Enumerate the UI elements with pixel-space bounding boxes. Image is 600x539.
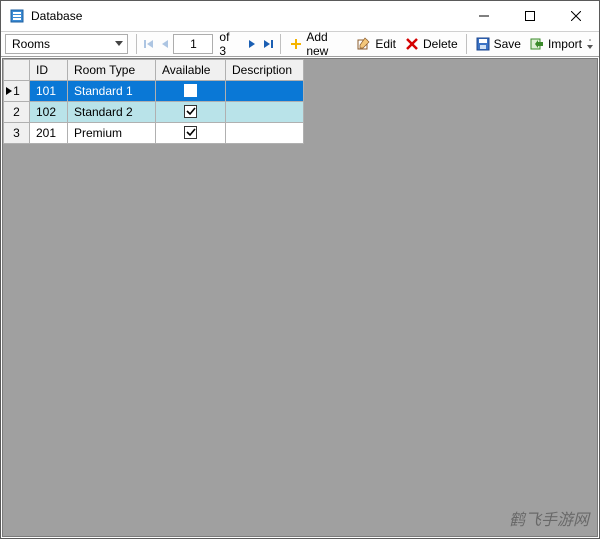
watermark: 鹤飞手游网: [509, 506, 589, 530]
checkbox[interactable]: [184, 126, 197, 139]
titlebar: Database: [1, 1, 599, 32]
cell-description[interactable]: [226, 102, 304, 123]
column-header-available[interactable]: Available: [156, 60, 226, 81]
table-selector-value: Rooms: [12, 37, 50, 51]
table-selector[interactable]: Rooms: [5, 34, 128, 54]
table-row[interactable]: 2102Standard 2: [4, 102, 304, 123]
cell-room-type[interactable]: Standard 1: [68, 81, 156, 102]
add-new-button[interactable]: Add new: [285, 33, 352, 55]
nav-prev-button[interactable]: [157, 34, 173, 54]
edit-button[interactable]: Edit: [352, 33, 400, 55]
cell-available[interactable]: [156, 123, 226, 144]
content-area: ID Room Type Available Description 1101S…: [2, 58, 598, 537]
dropdown-icon: [113, 38, 125, 50]
app-icon: [9, 8, 25, 24]
header-row: ID Room Type Available Description: [4, 60, 304, 81]
import-button[interactable]: Import: [525, 33, 586, 55]
nav-first-button[interactable]: [141, 34, 157, 54]
row-header[interactable]: 2: [4, 102, 30, 123]
import-label: Import: [548, 37, 582, 51]
cell-id[interactable]: 201: [30, 123, 68, 144]
add-new-label: Add new: [306, 30, 348, 58]
cell-available[interactable]: [156, 81, 226, 102]
checkbox[interactable]: [184, 84, 197, 97]
cell-room-type[interactable]: Standard 2: [68, 102, 156, 123]
plus-icon: [289, 36, 303, 52]
table-row[interactable]: 3201Premium: [4, 123, 304, 144]
page-total-label: of 3: [219, 30, 237, 58]
window-title: Database: [31, 9, 461, 23]
row-header[interactable]: 1: [4, 81, 30, 102]
cell-room-type[interactable]: Premium: [68, 123, 156, 144]
column-header-description[interactable]: Description: [226, 60, 304, 81]
cell-description[interactable]: [226, 81, 304, 102]
delete-button[interactable]: Delete: [400, 33, 462, 55]
minimize-button[interactable]: [461, 1, 507, 31]
column-header-room-type[interactable]: Room Type: [68, 60, 156, 81]
cell-available[interactable]: [156, 102, 226, 123]
save-label: Save: [494, 37, 521, 51]
save-icon: [475, 36, 491, 52]
toolbar-overflow-button[interactable]: [586, 32, 595, 56]
column-header-id[interactable]: ID: [30, 60, 68, 81]
separator: [280, 34, 281, 54]
cell-id[interactable]: 101: [30, 81, 68, 102]
row-header[interactable]: 3: [4, 123, 30, 144]
table-row[interactable]: 1101Standard 1: [4, 81, 304, 102]
row-pointer-icon: [6, 84, 12, 98]
app-window: Database Rooms of 3: [0, 0, 600, 539]
corner-cell[interactable]: [4, 60, 30, 81]
toolbar: Rooms of 3 Add new: [1, 32, 599, 57]
checkbox[interactable]: [184, 105, 197, 118]
nav-last-button[interactable]: [260, 34, 276, 54]
page-number-input[interactable]: [173, 34, 213, 54]
cell-id[interactable]: 102: [30, 102, 68, 123]
separator: [466, 34, 467, 54]
close-button[interactable]: [553, 1, 599, 31]
edit-icon: [356, 36, 372, 52]
data-grid[interactable]: ID Room Type Available Description 1101S…: [3, 59, 304, 144]
nav-next-button[interactable]: [244, 34, 260, 54]
delete-label: Delete: [423, 37, 458, 51]
edit-label: Edit: [375, 37, 396, 51]
maximize-button[interactable]: [507, 1, 553, 31]
import-icon: [529, 36, 545, 52]
delete-icon: [404, 36, 420, 52]
cell-description[interactable]: [226, 123, 304, 144]
save-button[interactable]: Save: [471, 33, 525, 55]
separator: [136, 34, 137, 54]
window-controls: [461, 1, 599, 31]
